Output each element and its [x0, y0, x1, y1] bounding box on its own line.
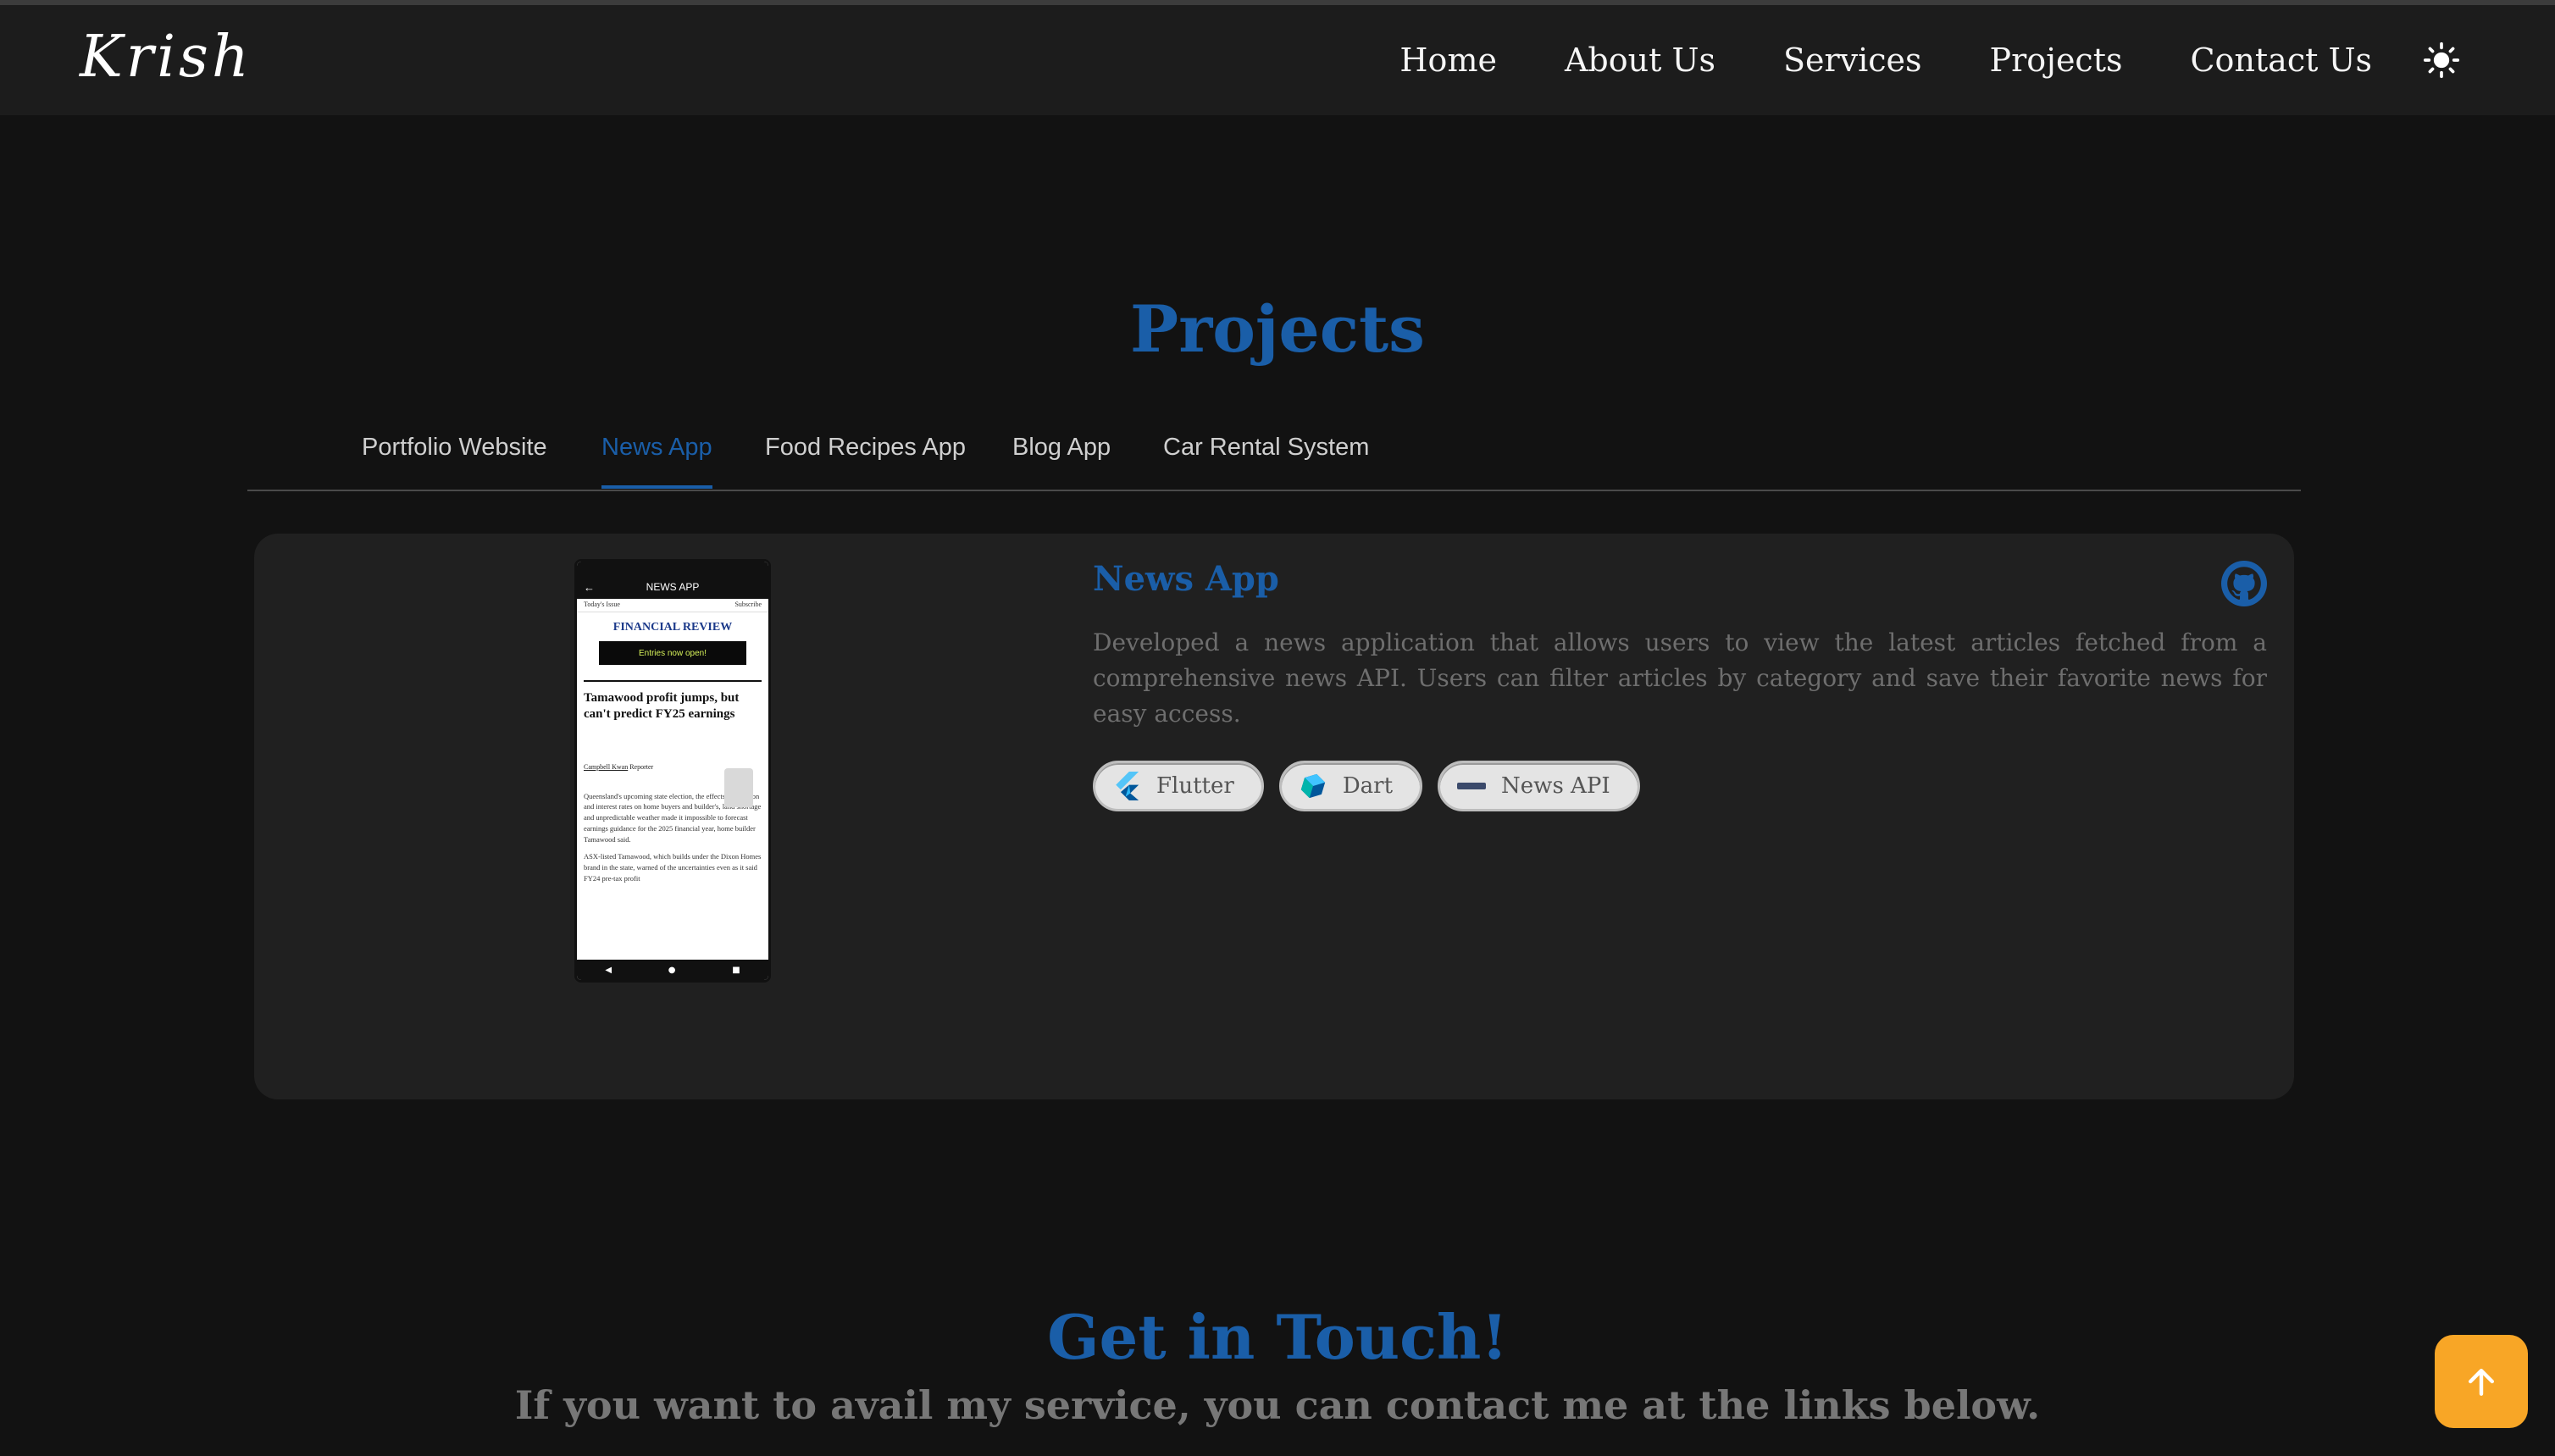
- nav-links: Home About Us Services Projects Contact …: [1399, 5, 2462, 115]
- github-icon[interactable]: [2221, 561, 2267, 606]
- tab-portfolio-website[interactable]: Portfolio Website: [362, 434, 547, 485]
- tab-blog-app[interactable]: Blog App: [1012, 434, 1111, 485]
- phone-home-icon: ●: [668, 965, 676, 975]
- phone-back-icon: ◀: [605, 965, 612, 975]
- tech-label-flutter: Flutter: [1156, 773, 1234, 799]
- nav-services[interactable]: Services: [1783, 42, 1922, 79]
- nav-projects[interactable]: Projects: [1990, 42, 2123, 79]
- phone-app-bar: ← NEWS APP: [577, 575, 768, 599]
- phone-paragraph-2: ASX-listed Tamawood, which builds under …: [584, 852, 762, 883]
- nav-contact-us[interactable]: Contact Us: [2190, 42, 2372, 79]
- phone-author-role: Reporter: [629, 762, 654, 771]
- project-description: Developed a news application that allows…: [1093, 628, 2267, 728]
- nav-about-us[interactable]: About Us: [1565, 42, 1715, 79]
- author-photo: [724, 768, 753, 807]
- logo[interactable]: Krish: [80, 24, 252, 91]
- phone-headline: Tamawood profit jumps, but can't predict…: [584, 691, 740, 721]
- tech-chip-dart: Dart: [1278, 761, 1423, 811]
- project-card: ← NEWS APP Today's Issue Subscribe FINAN…: [254, 534, 2294, 1099]
- phone-subscribe-label: Subscribe: [734, 601, 762, 608]
- phone-subheader: Today's Issue Subscribe: [577, 599, 768, 612]
- phone-divider: [584, 680, 762, 682]
- back-arrow-icon: ←: [584, 580, 595, 594]
- sun-icon[interactable]: [2421, 40, 2462, 80]
- phone-status-bar: [577, 562, 768, 575]
- project-title: News App: [1093, 559, 1279, 599]
- phone-author: Campbell Kwan: [584, 762, 629, 771]
- contact-title: Get in Touch!: [1047, 1301, 1508, 1373]
- nav-home[interactable]: Home: [1399, 42, 1497, 79]
- tech-chip-flutter: Flutter: [1093, 761, 1264, 811]
- phone-nav-bar: ◀ ● ■: [577, 960, 768, 980]
- tech-label-news-api: News API: [1501, 773, 1610, 799]
- project-screenshot: ← NEWS APP Today's Issue Subscribe FINAN…: [574, 559, 771, 983]
- news-api-icon: [1457, 772, 1487, 800]
- tab-news-app[interactable]: News App: [601, 434, 712, 489]
- tech-stack: Flutter Dart News API: [1093, 761, 1640, 811]
- project-tabs: Portfolio Website News App Food Recipes …: [247, 415, 2301, 491]
- flutter-icon: [1112, 772, 1141, 800]
- tab-food-recipes-app[interactable]: Food Recipes App: [765, 434, 966, 485]
- arrow-up-icon: [2468, 1368, 2495, 1396]
- phone-recents-icon: ■: [732, 965, 740, 975]
- phone-today-label: Today's Issue: [584, 601, 620, 608]
- projects-title: Projects: [1130, 291, 1425, 367]
- navbar: Krish Home About Us Services Projects Co…: [0, 5, 2555, 115]
- tab-car-rental-system[interactable]: Car Rental System: [1163, 434, 1369, 485]
- phone-app-title: NEWS APP: [646, 581, 700, 593]
- scroll-to-top-button[interactable]: [2435, 1335, 2528, 1428]
- dart-icon: [1299, 772, 1327, 800]
- contact-subtitle: If you want to avail my service, you can…: [514, 1382, 2041, 1428]
- tech-label-dart: Dart: [1342, 773, 1394, 799]
- phone-banner: Entries now open!: [599, 641, 746, 665]
- tech-chip-news-api: News API: [1438, 761, 1640, 811]
- phone-masthead: FINANCIAL REVIEW: [612, 621, 733, 634]
